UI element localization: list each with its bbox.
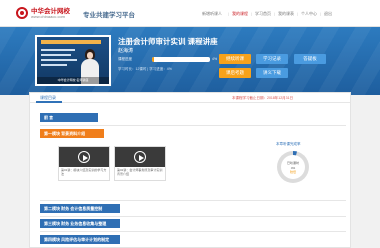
post-exam-button[interactable]: 课后考题 (219, 68, 251, 78)
course-title: 注册会计师审计实训 课程讲座 (118, 37, 218, 46)
section-divider (40, 216, 346, 217)
thumbnail-line (41, 49, 75, 51)
progress-value: 4% (212, 57, 218, 61)
section-label: 第一模块 背景资料介绍 (44, 131, 86, 136)
thumbnail-caption: 中华会计网校 名师讲座 (37, 77, 109, 84)
completion-rate-label: 本章听课完成率 (276, 142, 301, 146)
section-label: 第三模块 财务 业务信息收集与整理 (44, 221, 107, 226)
nav-separator: | (228, 11, 230, 16)
completion-ring: 已听课时 4% 较低 (277, 151, 309, 183)
nav-logout[interactable]: 退出 (324, 11, 332, 17)
logo-icon (16, 7, 28, 19)
continue-study-button[interactable]: 继续听课 (219, 54, 251, 64)
video-thumbnail (115, 147, 165, 167)
completion-ring-text: 已听课时 (286, 161, 299, 165)
study-stats: 学习时长：12课时 | 学习进度：4% (118, 67, 172, 71)
section-module-2[interactable]: 第二模块 财务 会计信息质量控制 (40, 204, 120, 213)
section-label: 第四模块 风险评估与审计计划的制定 (44, 237, 110, 242)
video-thumbnail (59, 147, 109, 167)
section-divider (40, 200, 346, 201)
content-tabbar: 课程目录 本课程学习截止日期：2018年12月31日 (30, 93, 350, 103)
section-divider (40, 125, 346, 126)
video-card[interactable]: 第02讲：会计师事务所及审计实训背景介绍 (114, 146, 166, 181)
section-module-1[interactable]: 第一模块 背景资料介绍 (40, 129, 104, 138)
nav-separator: | (274, 11, 276, 16)
section-label: 第二模块 财务 会计信息质量控制 (44, 206, 103, 211)
video-title: 第02讲：会计师事务所及审计实训背景介绍 (117, 168, 163, 176)
nav-separator: | (297, 11, 299, 16)
study-record-button[interactable]: 学习记录 (256, 54, 288, 64)
thumbnail-line (41, 54, 71, 56)
section-module-4[interactable]: 第四模块 风险评估与审计计划的制定 (40, 235, 120, 244)
nav-study-home[interactable]: 学习首页 (255, 11, 271, 17)
platform-title: 专业共建学习平台 (83, 12, 135, 19)
handout-download-button[interactable]: 讲义下载 (256, 68, 288, 78)
qa-board-button[interactable]: 答疑板 (294, 54, 326, 64)
section-preface[interactable]: 前 言 (40, 113, 98, 122)
course-thumbnail[interactable]: 中华会计网校 名师讲座 (35, 35, 111, 86)
completion-ring-center: 已听课时 4% 较低 (281, 155, 305, 179)
top-header: 中华会计网校 www.chinaacc.com 专业共建学习平台 新增听课人 |… (0, 0, 380, 27)
page: 中华会计网校 www.chinaacc.com 专业共建学习平台 新增听课人 |… (0, 0, 380, 248)
deadline-notice: 本课程学习截止日期：2018年12月31日 (232, 96, 294, 100)
course-content-panel: 课程目录 本课程学习截止日期：2018年12月31日 前 言 第一模块 背景资料… (29, 92, 351, 248)
video-title: 第01讲：模块介绍及实训的学习方法 (61, 168, 107, 176)
section-label: 前 言 (44, 115, 54, 120)
section-divider (40, 231, 346, 232)
completion-ring-level: 较低 (289, 170, 296, 174)
teacher-face (87, 52, 93, 59)
tab-underline (36, 101, 62, 103)
thumbnail-line (41, 64, 67, 66)
thumbnail-image: 中华会计网校 名师讲座 (37, 37, 109, 84)
nav-my-schedule[interactable]: 我的课表 (278, 11, 294, 17)
video-card[interactable]: 第01讲：模块介绍及实训的学习方法 (58, 146, 110, 181)
section-module-3[interactable]: 第三模块 财务 业务信息收集与整理 (40, 219, 120, 228)
progress-fill (152, 57, 155, 62)
nav-separator: | (320, 11, 322, 16)
thumbnail-title-bar (41, 40, 101, 44)
nav-personal-center[interactable]: 个人中心 (301, 11, 317, 17)
nav-my-courses[interactable]: 我的课程 (232, 11, 248, 17)
logo-url: www.chinaacc.com (31, 14, 66, 19)
thumbnail-line (41, 59, 77, 61)
progress-label: 课程进度 (118, 57, 132, 61)
play-icon[interactable] (134, 151, 146, 163)
progress-bar (152, 57, 210, 62)
nav-separator: | (251, 11, 253, 16)
teacher-name: 赵海涛 (118, 48, 134, 54)
site-logo[interactable]: 中华会计网校 www.chinaacc.com (16, 5, 74, 22)
play-icon[interactable] (78, 151, 90, 163)
nav-add-listener[interactable]: 新增听课人 (202, 11, 222, 17)
